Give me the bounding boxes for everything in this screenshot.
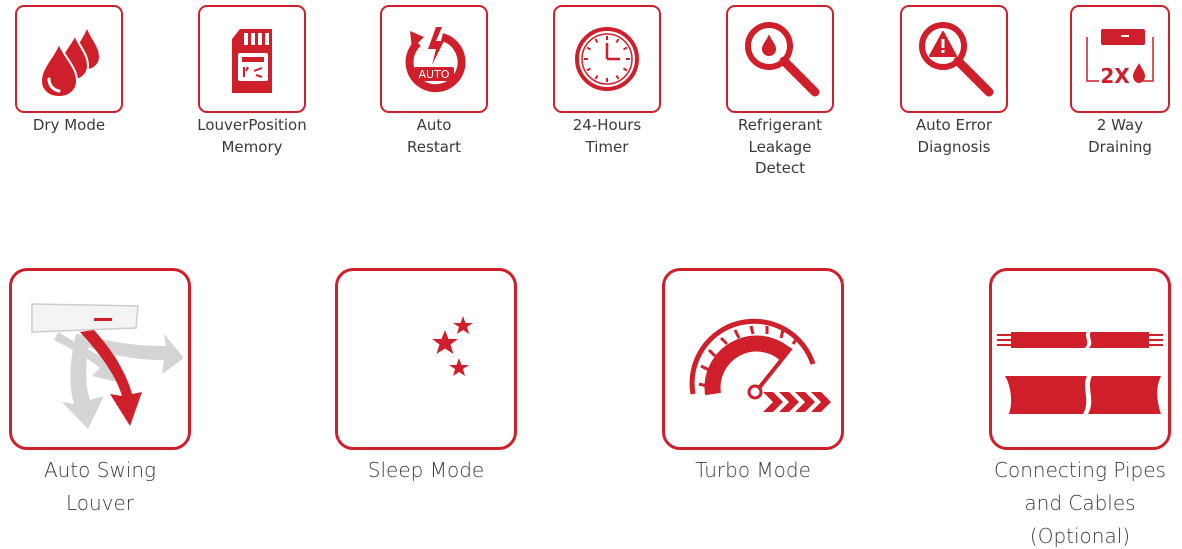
feature-label-line: Diagnosis bbox=[917, 137, 991, 156]
auto-restart-icon: AUTO bbox=[405, 27, 466, 93]
feature-dry-mode: Dry Mode bbox=[9, 5, 129, 135]
feature-label-line: LouverPosition bbox=[197, 116, 307, 134]
feature-label-line: Memory bbox=[221, 137, 283, 156]
feature-connecting-pipes-cables: Connecting Pipes and Cables (Optional) bbox=[985, 268, 1175, 548]
feature-auto-restart: AUTO Auto Restart bbox=[374, 5, 494, 156]
pipes-cables-icon bbox=[997, 332, 1163, 414]
feature-2-way-draining: 2X 2 Way Draining bbox=[1067, 5, 1173, 156]
feature-icon-box: AUTO bbox=[380, 5, 488, 113]
feature-label-line: (Optional) bbox=[1029, 523, 1131, 548]
feature-icon-box bbox=[553, 5, 661, 113]
feature-label-line: Auto Error bbox=[915, 116, 993, 134]
feature-icon-box bbox=[989, 268, 1171, 450]
moon-stars-icon bbox=[392, 316, 473, 402]
swing-louver-icon bbox=[30, 303, 183, 429]
feature-turbo-mode: Turbo Mode bbox=[658, 268, 848, 483]
feature-label-line: Auto Swing bbox=[43, 458, 157, 482]
feature-icon-box bbox=[662, 268, 844, 450]
feature-label-line: 2 Way bbox=[1096, 116, 1144, 134]
feature-sleep-mode: Sleep Mode bbox=[331, 268, 521, 483]
feature-label-line: Dry Mode bbox=[32, 116, 106, 134]
feature-icon-box bbox=[15, 5, 123, 113]
feature-icon-box bbox=[198, 5, 306, 113]
leak-magnifier-icon bbox=[745, 22, 820, 97]
feature-label-line: Turbo Mode bbox=[695, 458, 811, 482]
water-drops-icon bbox=[39, 29, 99, 99]
error-magnifier-icon bbox=[919, 22, 994, 97]
feature-label-line: Refrigerant bbox=[737, 116, 823, 134]
feature-label-line: Draining bbox=[1088, 137, 1152, 156]
memory-card-icon bbox=[232, 29, 272, 93]
speedometer-icon bbox=[689, 318, 831, 412]
feature-label-line: Restart bbox=[407, 137, 461, 156]
feature-label-line: Sleep Mode bbox=[367, 458, 485, 482]
feature-label-line: Leakage bbox=[748, 137, 812, 156]
feature-refrigerant-leakage-detect: Refrigerant Leakage Detect bbox=[720, 5, 840, 178]
feature-label-line: Louver bbox=[65, 490, 135, 515]
feature-24-hours-timer: 24-Hours Timer bbox=[547, 5, 667, 156]
feature-label-line: Auto bbox=[416, 116, 452, 134]
feature-label-line: 24-Hours bbox=[572, 116, 642, 134]
feature-icon-box bbox=[900, 5, 1008, 113]
feature-label-line: Connecting Pipes bbox=[994, 458, 1166, 482]
feature-auto-swing-louver: Auto Swing Louver bbox=[5, 268, 195, 516]
feature-label-line: Timer bbox=[585, 137, 629, 156]
auto-badge-text: AUTO bbox=[419, 68, 450, 81]
feature-icon-box bbox=[726, 5, 834, 113]
feature-louver-position-memory: LouverPosition Memory bbox=[180, 5, 324, 156]
clock-icon bbox=[575, 27, 639, 91]
two-way-badge-text: 2X bbox=[1100, 64, 1130, 88]
feature-icon-box: 2X bbox=[1070, 5, 1170, 113]
feature-label-line: Detect bbox=[754, 159, 806, 178]
two-way-drain-icon: 2X bbox=[1086, 29, 1154, 88]
feature-icon-box bbox=[9, 268, 191, 450]
feature-label-line: and Cables bbox=[1024, 490, 1136, 515]
feature-auto-error-diagnosis: Auto Error Diagnosis bbox=[894, 5, 1014, 156]
feature-icon-box bbox=[335, 268, 517, 450]
